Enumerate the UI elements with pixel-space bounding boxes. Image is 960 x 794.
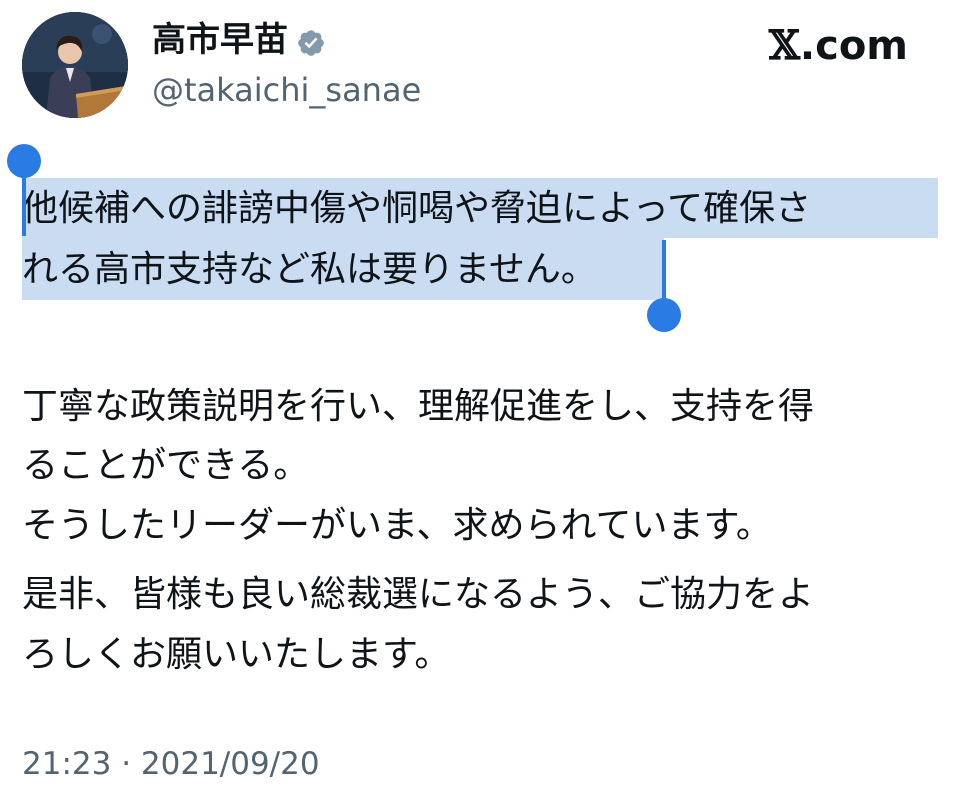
- tweet-selected-line[interactable]: れる高市支持など私は要りません。: [22, 241, 922, 299]
- tweet-body-line[interactable]: ることができる。: [22, 437, 922, 495]
- tweet-timestamp[interactable]: 21:23 · 2021/09/20: [22, 744, 320, 784]
- author-name[interactable]: 高市早苗: [152, 18, 326, 62]
- tweet-body-line[interactable]: 是非、皆様も良い総裁選になるよう、ご協力をよ: [22, 566, 922, 624]
- author-display-name: 高市早苗: [152, 20, 288, 60]
- selection-start-handle[interactable]: [7, 144, 41, 178]
- x-logo-icon: 𝕏: [768, 22, 800, 69]
- selection-end-handle[interactable]: [647, 298, 681, 332]
- tweet-selected-line[interactable]: 他候補への誹謗中傷や恫喝や脅迫によって確保さ: [22, 180, 922, 238]
- profile-photo-icon: [22, 12, 128, 118]
- verified-badge-icon: [296, 25, 326, 56]
- author-handle[interactable]: @takaichi_sanae: [152, 70, 421, 110]
- brand-suffix: .com: [799, 23, 908, 69]
- selection-end-handle-pin: [662, 240, 666, 306]
- tweet-body-line[interactable]: ろしくお願いいたします。: [22, 626, 922, 684]
- avatar[interactable]: [22, 12, 128, 118]
- x-logo[interactable]: 𝕏.com: [769, 22, 908, 70]
- tweet-body-line[interactable]: 丁寧な政策説明を行い、理解促進をし、支持を得: [22, 378, 922, 436]
- tweet-body-line[interactable]: そうしたリーダーがいま、求められています。: [22, 497, 922, 555]
